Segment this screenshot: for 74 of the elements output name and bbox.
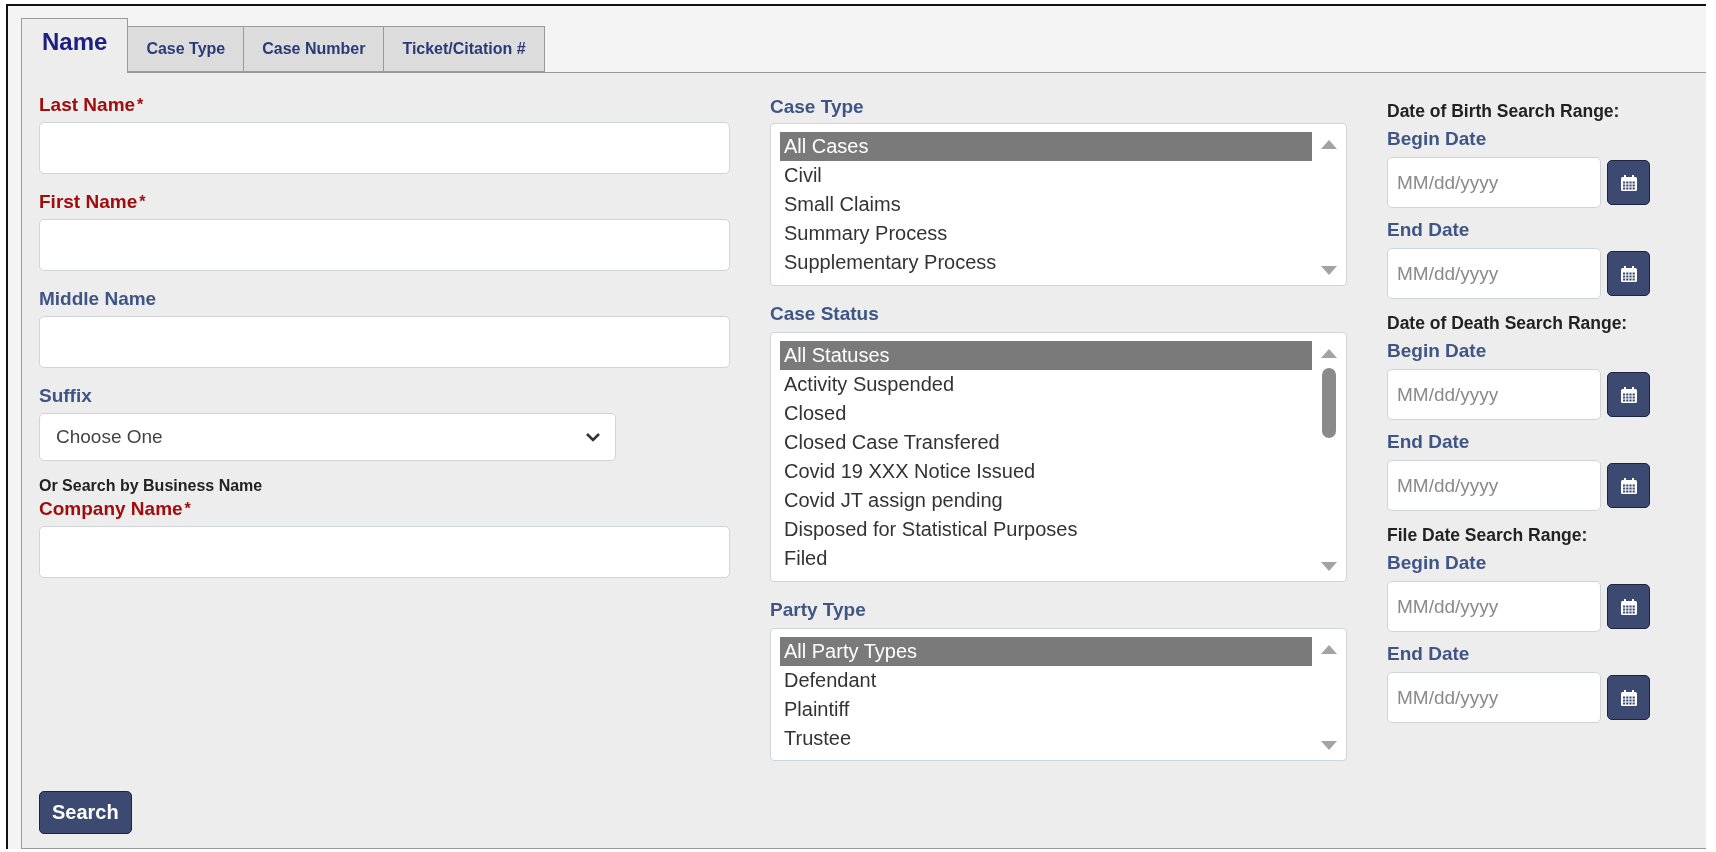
- list-box[interactable]: All Cases Civil Small Claims Summary Process Supplementary Process: [770, 123, 1347, 286]
- text-field[interactable]: [39, 526, 730, 578]
- range-heading: File Date Search Range:: [1387, 524, 1589, 547]
- suffix-dropdown[interactable]: Choose One: [39, 413, 616, 461]
- range-heading: Date of Death Search Range:: [1387, 312, 1629, 335]
- calendar-button[interactable]: [1607, 160, 1650, 205]
- date-field[interactable]: MM/dd/yyyy: [1387, 248, 1601, 299]
- list-item[interactable]: Covid JT assign pending: [780, 486, 1312, 515]
- text-field[interactable]: [39, 219, 730, 271]
- list-item[interactable]: Activity Suspended: [780, 370, 1312, 399]
- date-field[interactable]: MM/dd/yyyy: [1387, 460, 1601, 511]
- calendar-icon: [1618, 172, 1639, 193]
- list-item[interactable]: Small Claims: [780, 190, 1312, 219]
- date-label: End Date: [1387, 430, 1471, 454]
- date-label: End Date: [1387, 218, 1471, 242]
- list-item[interactable]: Summary Process: [780, 219, 1312, 248]
- date-label: End Date: [1387, 642, 1471, 666]
- scroll-down-icon[interactable]: [1321, 741, 1337, 750]
- scrollbar-thumb[interactable]: [1322, 368, 1336, 438]
- scroll-up-icon[interactable]: [1321, 140, 1337, 149]
- chevron-down-icon: [585, 432, 601, 442]
- date-field[interactable]: MM/dd/yyyy: [1387, 672, 1601, 723]
- scroll-up-icon[interactable]: [1321, 349, 1337, 358]
- date-field[interactable]: MM/dd/yyyy: [1387, 581, 1601, 632]
- tab[interactable]: Ticket/Citation #: [384, 26, 545, 72]
- list-item[interactable]: Trustee: [780, 724, 1312, 753]
- list-item[interactable]: All Party Types: [780, 637, 1312, 666]
- field-label: Middle Name: [39, 287, 158, 311]
- range-heading: Date of Birth Search Range:: [1387, 100, 1621, 123]
- list-label: Party Type: [770, 598, 867, 622]
- field-label: Company Name*: [39, 497, 192, 521]
- list-item[interactable]: Closed: [780, 399, 1312, 428]
- calendar-icon: [1618, 596, 1639, 617]
- list-item[interactable]: Plaintiff: [780, 695, 1312, 724]
- scroll-up-icon[interactable]: [1321, 645, 1337, 654]
- list-label: Case Type: [770, 95, 865, 119]
- calendar-button[interactable]: [1607, 584, 1650, 629]
- calendar-icon: [1618, 263, 1639, 284]
- date-label: Begin Date: [1387, 551, 1488, 575]
- text-field[interactable]: [39, 316, 730, 368]
- list-box[interactable]: All Statuses Activity Suspended Closed Closed Case Transfered Covid 19 XXX Notice Issued Covid JT assign pending Disposed for Statistical Purposes Filed: [770, 332, 1347, 582]
- calendar-icon: [1618, 475, 1639, 496]
- field-label: First Name*: [39, 190, 147, 214]
- list-item[interactable]: Disposed for Statistical Purposes: [780, 515, 1312, 544]
- text-field[interactable]: [39, 122, 730, 174]
- tab[interactable]: Case Number: [244, 26, 385, 72]
- date-label: Begin Date: [1387, 127, 1488, 151]
- field-label: Last Name*: [39, 93, 145, 117]
- calendar-button[interactable]: [1607, 675, 1650, 720]
- date-label: Begin Date: [1387, 339, 1488, 363]
- calendar-button[interactable]: [1607, 372, 1650, 417]
- scroll-down-icon[interactable]: [1321, 562, 1337, 571]
- list-item[interactable]: Closed Case Transfered: [780, 428, 1312, 457]
- list-item[interactable]: All Cases: [780, 132, 1312, 161]
- list-item[interactable]: Defendant: [780, 666, 1312, 695]
- list-item[interactable]: Filed: [780, 544, 1312, 573]
- list-item[interactable]: All Statuses: [780, 341, 1312, 370]
- date-field[interactable]: MM/dd/yyyy: [1387, 369, 1601, 420]
- tab[interactable]: Case Type: [128, 26, 245, 72]
- scroll-down-icon[interactable]: [1321, 266, 1337, 275]
- list-label: Case Status: [770, 302, 880, 326]
- date-field[interactable]: MM/dd/yyyy: [1387, 157, 1601, 208]
- calendar-button[interactable]: [1607, 463, 1650, 508]
- list-item[interactable]: Civil: [780, 161, 1312, 190]
- field-label: Suffix: [39, 384, 93, 408]
- tab[interactable]: Name: [21, 18, 129, 73]
- section-note: Or Search by Business Name: [39, 476, 264, 496]
- list-box[interactable]: All Party Types Defendant Plaintiff Trustee: [770, 628, 1347, 761]
- list-item[interactable]: Supplementary Process: [780, 248, 1312, 277]
- calendar-icon: [1618, 384, 1639, 405]
- calendar-icon: [1618, 687, 1639, 708]
- calendar-button[interactable]: [1607, 251, 1650, 296]
- search-button[interactable]: Search: [39, 791, 132, 834]
- list-item[interactable]: Covid 19 XXX Notice Issued: [780, 457, 1312, 486]
